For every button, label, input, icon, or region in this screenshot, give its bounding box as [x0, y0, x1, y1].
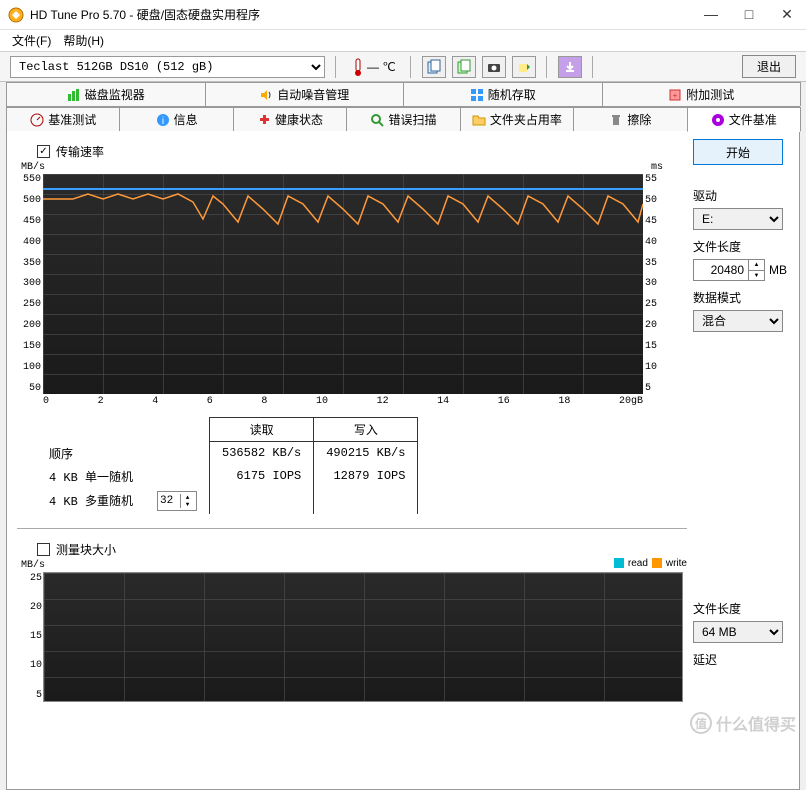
- tab-label: 文件基准: [729, 111, 777, 128]
- tab-erase[interactable]: 擦除: [573, 107, 687, 131]
- tab-label: 磁盘监视器: [85, 86, 145, 103]
- block-size-label: 测量块大小: [56, 541, 116, 558]
- window-title: HD Tune Pro 5.70 - 硬盘/固态硬盘实用程序: [30, 6, 704, 23]
- legend-write-swatch: [652, 558, 662, 568]
- save-button[interactable]: [558, 56, 582, 78]
- options-button[interactable]: [512, 56, 536, 78]
- chart1-y-left: 55050045040035030025020015010050: [19, 174, 41, 394]
- watermark-badge-icon: 值: [690, 712, 712, 734]
- tab-label: 信息: [174, 111, 198, 128]
- tab-label: 文件夹占用率: [490, 111, 562, 128]
- copy-info-button[interactable]: [422, 56, 446, 78]
- filelen-unit: MB: [769, 263, 787, 277]
- close-button[interactable]: ✕: [780, 6, 794, 23]
- chart1-orange-line: [43, 174, 643, 374]
- row-4k-multi: 4 KB 多重随机: [37, 488, 145, 514]
- tab-benchmark[interactable]: 基准测试: [6, 107, 120, 131]
- thermometer-icon: [351, 57, 365, 77]
- svg-text:+: +: [673, 91, 678, 100]
- chart1-y-right: 555045403530252015105: [645, 174, 663, 394]
- tab-error-scan[interactable]: 错误扫描: [346, 107, 460, 131]
- single-write-value: 12879 IOPS: [314, 465, 418, 488]
- main-column: ✓ 传输速率 MB/s ms 5505004504003503002502001…: [7, 131, 693, 789]
- chart2-unit-left: MB/s: [21, 560, 45, 571]
- transfer-rate-checkbox[interactable]: ✓: [37, 145, 50, 158]
- tab-aam[interactable]: 自动噪音管理: [205, 82, 405, 106]
- tab-file-benchmark[interactable]: 文件基准: [687, 107, 801, 132]
- menubar: 文件(F) 帮助(H): [0, 30, 806, 52]
- tabs-row-1: 磁盘监视器 自动噪音管理 随机存取 + 附加测试: [6, 82, 800, 107]
- drive-select[interactable]: Teclast 512GB DS10 (512 gB): [10, 56, 325, 78]
- chart1-unit-right: ms: [651, 162, 663, 173]
- copy-screenshot-button[interactable]: [452, 56, 476, 78]
- titlebar: HD Tune Pro 5.70 - 硬盘/固态硬盘实用程序 — □ ✕: [0, 0, 806, 30]
- maximize-button[interactable]: □: [742, 6, 756, 23]
- separator: [410, 56, 412, 78]
- temperature-display: — ℃: [347, 57, 400, 77]
- chart1-x-axis: 02468101214161820gB: [43, 396, 643, 407]
- tab-label: 错误扫描: [388, 111, 436, 128]
- chart2-legend: read write: [614, 558, 687, 569]
- col-read: 读取: [210, 418, 314, 442]
- minimize-button[interactable]: —: [704, 6, 718, 23]
- sidebar: 开始 驱动 E: 文件长度 ▲▼ MB 数据模式 混合 文件长度 64 MB 延…: [693, 131, 799, 789]
- filelen-input[interactable]: [693, 259, 749, 281]
- delay-label: 延迟: [693, 651, 789, 668]
- screenshot-button[interactable]: [482, 56, 506, 78]
- tab-label: 擦除: [627, 111, 651, 128]
- legend-read-swatch: [614, 558, 624, 568]
- menu-file[interactable]: 文件(F): [6, 30, 57, 51]
- separator: [592, 56, 594, 78]
- tab-health[interactable]: 健康状态: [233, 107, 347, 131]
- exit-button[interactable]: 退出: [742, 55, 796, 78]
- datamode-select[interactable]: 混合: [693, 310, 783, 332]
- filelen-stepper[interactable]: ▲▼: [749, 259, 765, 281]
- tabs-row-2: 基准测试 i 信息 健康状态 错误扫描 文件夹占用率 擦除 文件基准: [6, 107, 800, 131]
- row-sequential: 顺序: [37, 442, 145, 465]
- seq-write-value: 490215 KB/s: [314, 442, 418, 465]
- datamode-label: 数据模式: [693, 289, 789, 306]
- tab-label: 基准测试: [48, 111, 96, 128]
- chart-transfer-rate: 55050045040035030025020015010050 5550454…: [43, 174, 643, 394]
- content-area: ✓ 传输速率 MB/s ms 5505004504003503002502001…: [6, 131, 800, 790]
- transfer-rate-header: ✓ 传输速率: [17, 139, 687, 164]
- seq-read-value: 536582 KB/s: [210, 442, 314, 465]
- separator: [335, 56, 337, 78]
- filelen2-select[interactable]: 64 MB: [693, 621, 783, 643]
- tab-extra-tests[interactable]: + 附加测试: [602, 82, 802, 106]
- tab-label: 附加测试: [686, 86, 734, 103]
- queue-depth-spinner[interactable]: 32▲▼: [157, 491, 197, 511]
- tab-info[interactable]: i 信息: [119, 107, 233, 131]
- tab-disk-monitor[interactable]: 磁盘监视器: [6, 82, 206, 106]
- block-size-checkbox[interactable]: [37, 543, 50, 556]
- block-size-header: 测量块大小: [17, 537, 687, 562]
- watermark: 值 什么值得买: [690, 711, 796, 735]
- app-icon: [8, 7, 24, 23]
- separator: [546, 56, 548, 78]
- tab-random-access[interactable]: 随机存取: [403, 82, 603, 106]
- start-button[interactable]: 开始: [693, 139, 783, 165]
- single-read-value: 6175 IOPS: [210, 465, 314, 488]
- svg-text:i: i: [162, 116, 164, 127]
- transfer-rate-label: 传输速率: [56, 143, 104, 160]
- filelen-label: 文件长度: [693, 238, 789, 255]
- results-table: 读取写入 顺序 536582 KB/s490215 KB/s 4 KB 单一随机 6…: [37, 417, 687, 514]
- col-write: 写入: [314, 418, 418, 442]
- temperature-value: — ℃: [367, 60, 396, 74]
- chart-block-size: 252015105: [43, 572, 683, 702]
- chart2-y-left: 252015105: [20, 573, 42, 701]
- drive-letter-select[interactable]: E:: [693, 208, 783, 230]
- tab-label: 健康状态: [275, 111, 323, 128]
- drive-label: 驱动: [693, 187, 789, 204]
- menu-help[interactable]: 帮助(H): [57, 30, 110, 51]
- row-4k-single: 4 KB 单一随机: [37, 465, 145, 488]
- divider: [17, 528, 687, 529]
- tab-folder-usage[interactable]: 文件夹占用率: [460, 107, 574, 131]
- tab-label: 随机存取: [488, 86, 536, 103]
- tab-label: 自动噪音管理: [277, 86, 349, 103]
- toolbar: Teclast 512GB DS10 (512 gB) — ℃ 退出: [0, 52, 806, 82]
- chart1-unit-left: MB/s: [21, 162, 45, 173]
- filelen2-label: 文件长度: [693, 600, 789, 617]
